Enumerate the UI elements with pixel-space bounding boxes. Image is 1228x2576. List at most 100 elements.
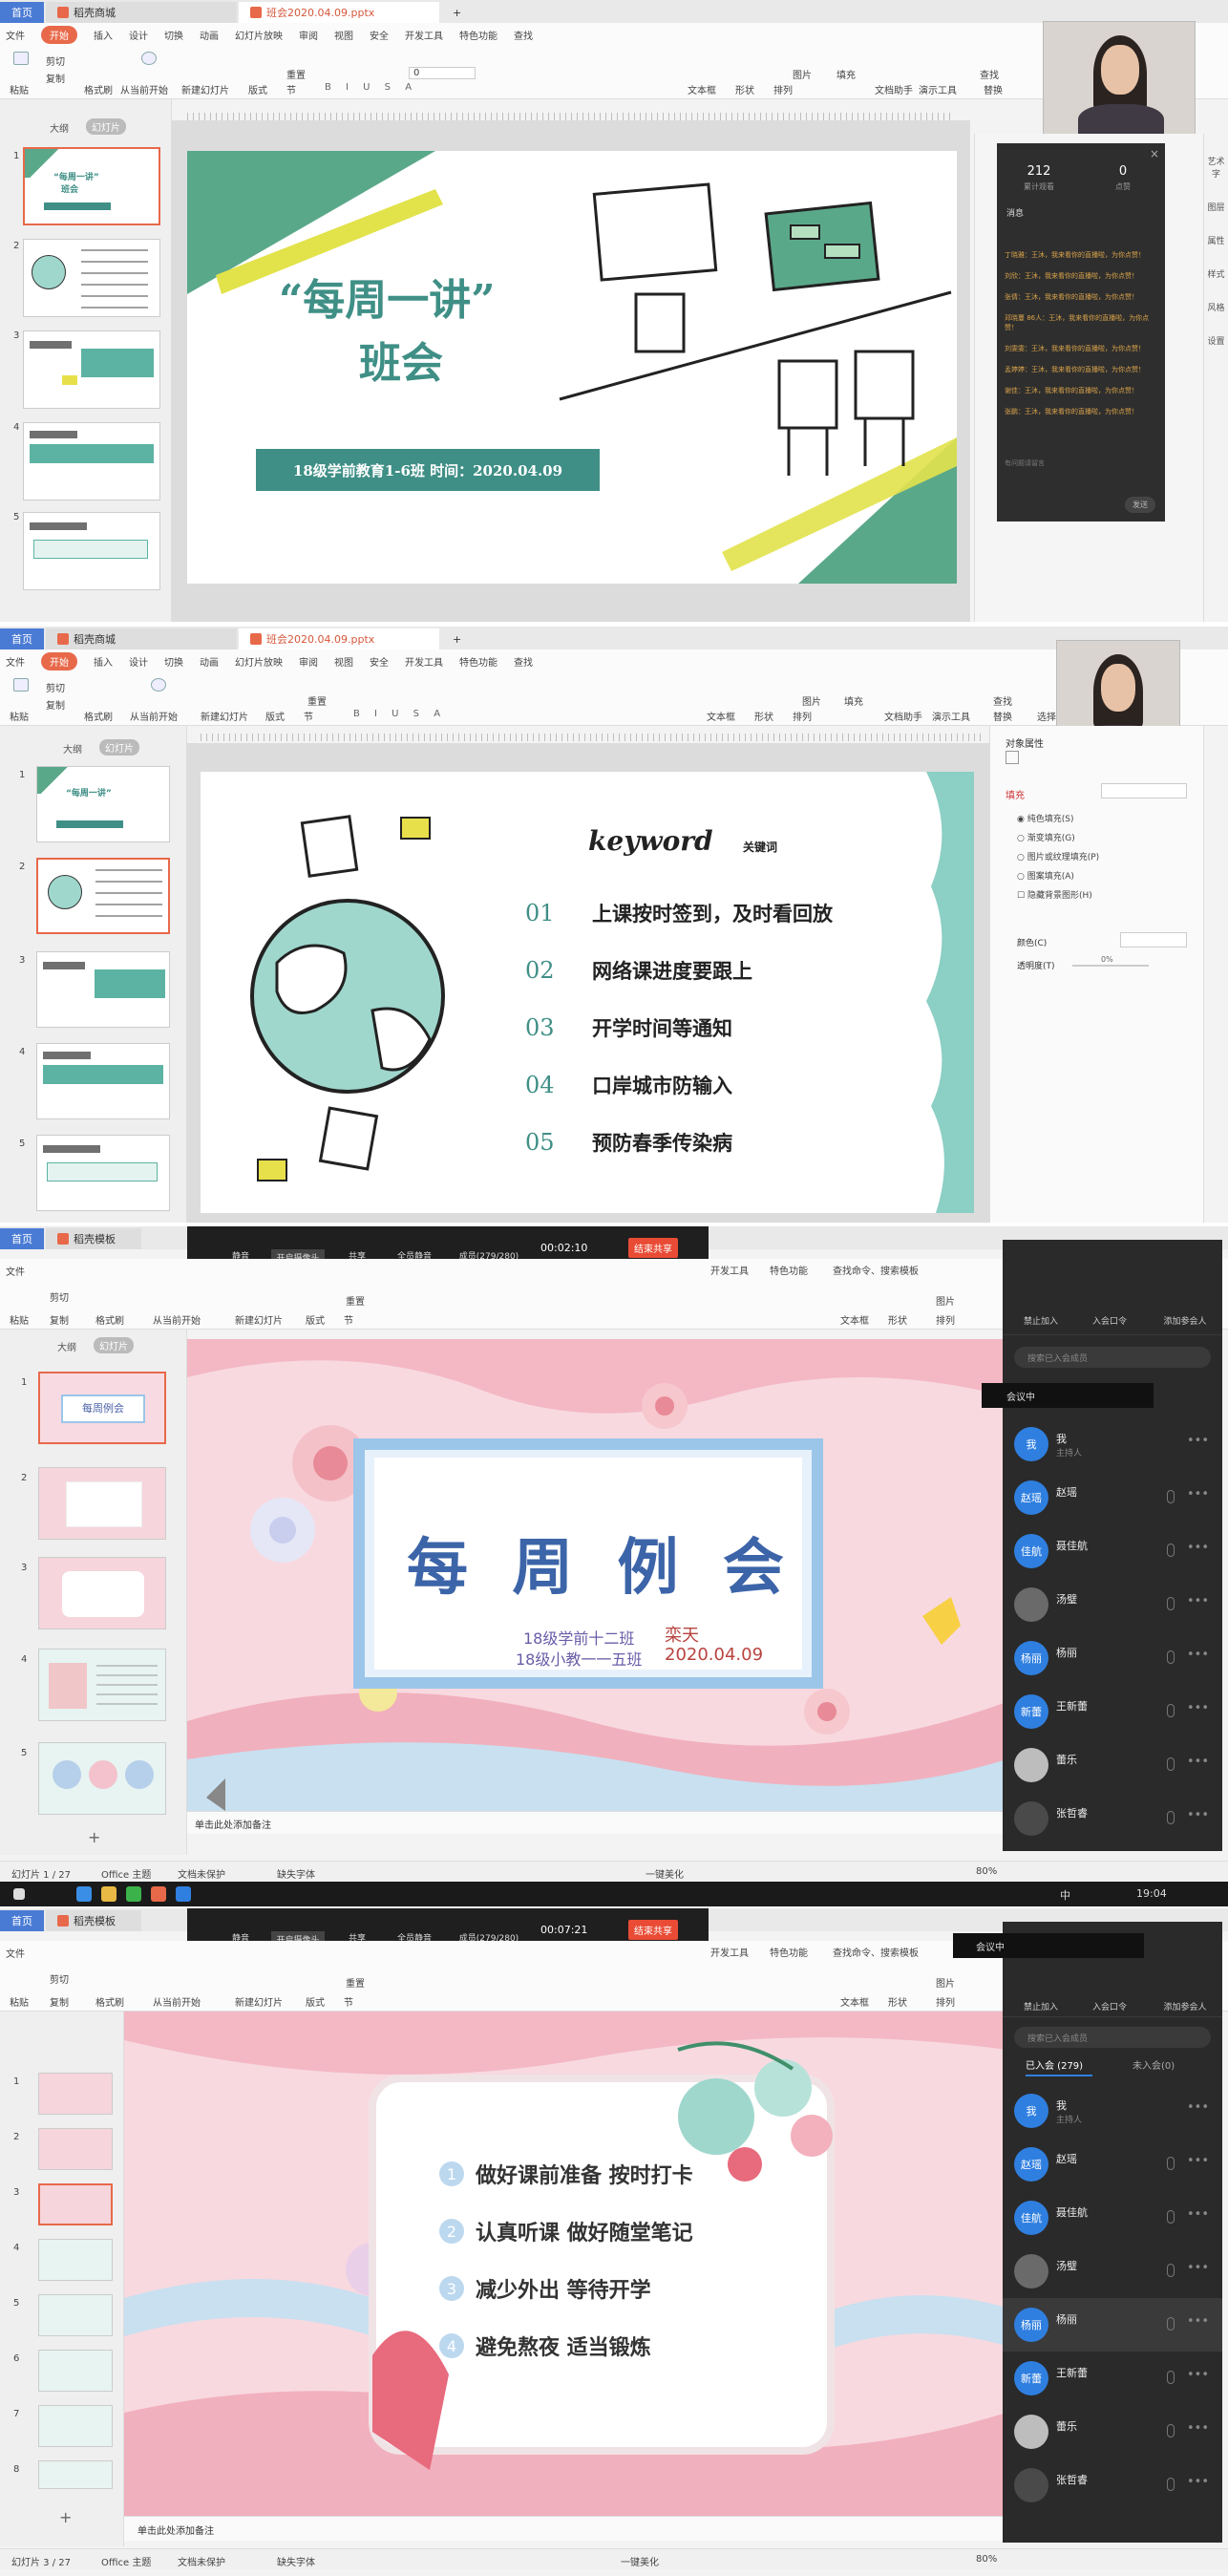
slide-thumb-3[interactable] <box>36 951 170 1028</box>
paste-button[interactable]: 粘贴 <box>10 709 29 723</box>
cut-button[interactable]: 剪切 <box>50 1971 69 1986</box>
member-row[interactable]: 佳航 聂佳航 ••• <box>1003 2191 1222 2245</box>
new-slide-button[interactable]: 新建幻灯片 <box>235 1312 283 1327</box>
reset-button[interactable]: 重置 <box>346 1975 365 1990</box>
font-status[interactable]: 缺失字体 <box>277 1866 315 1881</box>
arrange-button[interactable]: 排列 <box>936 1994 955 2009</box>
section-button[interactable]: 节 <box>304 709 313 723</box>
mic-icon[interactable] <box>1167 1597 1175 1610</box>
show-tools-button[interactable]: 演示工具 <box>919 82 957 96</box>
fill-dropdown[interactable] <box>1101 783 1187 798</box>
new-slide-button[interactable]: 新建幻灯片 <box>201 709 248 723</box>
picture-button[interactable]: 图片 <box>936 1975 955 1990</box>
shape-button[interactable]: 形状 <box>888 1312 907 1327</box>
member-row[interactable]: 新蕾 王新蕾 ••• <box>1003 2352 1222 2405</box>
member-row[interactable]: 汤璧 ••• <box>1003 2245 1222 2298</box>
slide-thumb-2[interactable] <box>38 2128 113 2170</box>
menu-view[interactable]: 视图 <box>334 654 353 669</box>
mic-icon[interactable] <box>1167 2424 1175 2438</box>
menu-design[interactable]: 设计 <box>129 28 148 42</box>
paste-button[interactable]: 粘贴 <box>10 82 29 96</box>
slide-thumb-6[interactable] <box>38 2350 113 2392</box>
menu-review[interactable]: 审阅 <box>299 28 318 42</box>
lock-join-button[interactable]: 禁止加入 <box>1012 1314 1069 1327</box>
tab-home[interactable]: 首页 <box>0 1910 44 1931</box>
arrange-button[interactable]: 排列 <box>793 709 812 723</box>
lock-join-button[interactable]: 禁止加入 <box>1012 2000 1069 2012</box>
slide-thumb-3[interactable] <box>38 2183 113 2225</box>
textbox-button[interactable]: 文本框 <box>688 82 716 96</box>
slide-1[interactable]: “每周一讲” 班会 18级学前教育1-6班 时间：2020.04.09 <box>187 151 957 584</box>
ime-indicator[interactable]: 中 <box>1060 1887 1070 1903</box>
copy-button[interactable]: 复制 <box>46 71 65 85</box>
slide-thumb-2[interactable] <box>38 1467 166 1540</box>
slide-4[interactable]: 1 做好课前准备 按时打卡 2 认真听课 做好随堂笔记 3 减少外出 等待开学 4 避免… <box>124 2012 1006 2516</box>
replace-button[interactable]: 替换 <box>993 709 1012 723</box>
beautify-button[interactable]: 一键美化 <box>621 2554 659 2568</box>
more-icon[interactable]: ••• <box>1187 2368 1209 2382</box>
meeting-icon[interactable] <box>176 1886 191 1902</box>
arrange-button[interactable]: 排列 <box>936 1312 955 1327</box>
side-item[interactable]: 艺术字 <box>1204 155 1228 180</box>
layout-button[interactable]: 版式 <box>306 1312 325 1327</box>
slide-thumb-4[interactable] <box>38 1649 166 1721</box>
more-icon[interactable]: ••• <box>1187 2261 1209 2275</box>
more-icon[interactable]: ••• <box>1187 1808 1209 1822</box>
mic-icon[interactable] <box>1167 1757 1175 1771</box>
new-tab-button[interactable]: + <box>441 628 473 649</box>
textbox-button[interactable]: 文本框 <box>840 1994 869 2009</box>
section-button[interactable]: 节 <box>344 1994 353 2009</box>
protect-status[interactable]: 文档未保护 <box>178 2554 225 2568</box>
member-row[interactable]: 赵瑶 赵瑶 ••• <box>1003 1471 1222 1524</box>
mic-icon[interactable] <box>1167 1704 1175 1717</box>
menu-animation[interactable]: 动画 <box>200 28 219 42</box>
more-icon[interactable]: ••• <box>1187 1701 1209 1715</box>
picture-button[interactable]: 图片 <box>793 67 812 81</box>
more-icon[interactable]: ••• <box>1187 2475 1209 2489</box>
cut-button[interactable]: 剪切 <box>50 1289 69 1304</box>
slide-thumb-5[interactable] <box>23 512 160 590</box>
menu-file[interactable]: 文件 <box>6 28 25 42</box>
member-search-input[interactable]: 搜索已入会成员 <box>1014 1347 1211 1368</box>
more-icon[interactable]: ••• <box>1187 1434 1209 1448</box>
slides-tab[interactable]: 幻灯片 <box>86 118 126 135</box>
tab-store[interactable]: 稻壳商城 <box>46 628 237 649</box>
fill-option[interactable]: ☐ 隐藏背景图形(H) <box>1017 886 1099 905</box>
font-status[interactable]: 缺失字体 <box>277 2554 315 2568</box>
menu-search[interactable]: 查找 <box>514 654 533 669</box>
slide-thumb-5[interactable] <box>38 2294 113 2336</box>
mic-icon[interactable] <box>1167 1543 1175 1557</box>
fill-option[interactable]: ○ 图片或纹理填充(P) <box>1017 848 1099 867</box>
menu-transition[interactable]: 切换 <box>164 654 183 669</box>
copy-button[interactable]: 复制 <box>46 697 65 712</box>
mic-icon[interactable] <box>1167 2317 1175 2331</box>
notes-area[interactable]: 单击此处添加备注 <box>124 2516 1006 2541</box>
add-slide-button[interactable]: + <box>59 2508 72 2526</box>
menu-file[interactable]: 文件 <box>6 654 25 669</box>
mic-icon[interactable] <box>1167 2478 1175 2491</box>
assistant-button[interactable]: 文档助手 <box>884 709 922 723</box>
side-item[interactable]: 图层 <box>1204 201 1228 213</box>
assistant-button[interactable]: 文档助手 <box>875 82 913 96</box>
paste-button[interactable]: 粘贴 <box>10 1312 29 1327</box>
menu-search[interactable]: 查找 <box>514 28 533 42</box>
slide-thumb-1[interactable]: “每周一讲” <box>36 766 170 842</box>
send-button[interactable]: 发送 <box>1125 497 1155 513</box>
side-item[interactable]: 设置 <box>1204 334 1228 347</box>
slide-thumb-5[interactable] <box>36 1135 170 1211</box>
slide-2[interactable]: keyword 关键词 01 上课按时签到，及时看回放 02 网络课进度要跟上 03… <box>201 772 974 1213</box>
color-picker[interactable] <box>1120 932 1187 947</box>
new-slide-button[interactable]: 新建幻灯片 <box>235 1994 283 2009</box>
member-row[interactable]: 汤璧 ••• <box>1003 1578 1222 1631</box>
reset-button[interactable]: 重置 <box>346 1293 365 1308</box>
meeting-status-dropdown[interactable]: 会议中 <box>982 1383 1154 1408</box>
menu-start[interactable]: 开始 <box>41 25 77 44</box>
end-share-button[interactable]: 结束共享 <box>628 1238 678 1258</box>
member-row[interactable]: 赵瑶 赵瑶 ••• <box>1003 2138 1222 2191</box>
more-icon[interactable]: ••• <box>1187 2314 1209 2329</box>
new-slide-button[interactable]: 新建幻灯片 <box>181 82 229 96</box>
member-row[interactable]: 蕾乐 ••• <box>1003 1738 1222 1792</box>
member-row[interactable]: 我我主持人 ••• <box>1003 1417 1222 1471</box>
menu-dev[interactable]: 开发工具 <box>710 1945 749 1959</box>
menu-security[interactable]: 安全 <box>370 654 389 669</box>
